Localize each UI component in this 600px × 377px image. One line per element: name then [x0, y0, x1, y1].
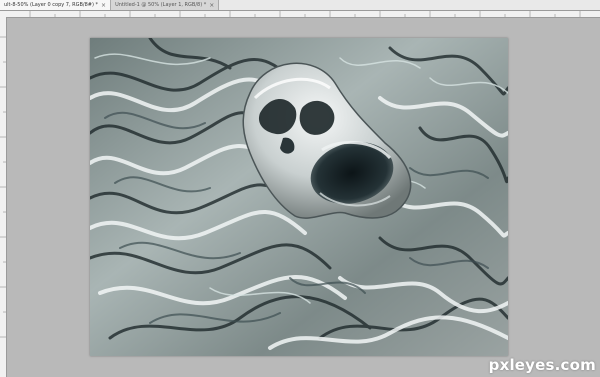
tab-label: ult-8-50% (Layer 0 copy 7, RGB/8#) * [4, 2, 99, 8]
document-tab-active[interactable]: ult-8-50% (Layer 0 copy 7, RGB/8#) * × [0, 0, 112, 10]
close-icon[interactable]: × [209, 2, 214, 9]
document-tab-bar: ult-8-50% (Layer 0 copy 7, RGB/8#) * × U… [0, 0, 600, 11]
watermark-logo: pxleyes.com [488, 356, 596, 374]
vertical-ruler[interactable] [0, 17, 7, 377]
liquid-metal-skull-artwork [90, 38, 508, 356]
document-canvas[interactable] [90, 38, 508, 356]
document-tab-inactive[interactable]: Untitled-1 @ 50% (Layer 1, RGB/8) * × [111, 0, 220, 10]
horizontal-ruler[interactable] [0, 11, 600, 18]
close-icon[interactable]: × [101, 2, 106, 9]
tab-label: Untitled-1 @ 50% (Layer 1, RGB/8) * [115, 2, 207, 8]
